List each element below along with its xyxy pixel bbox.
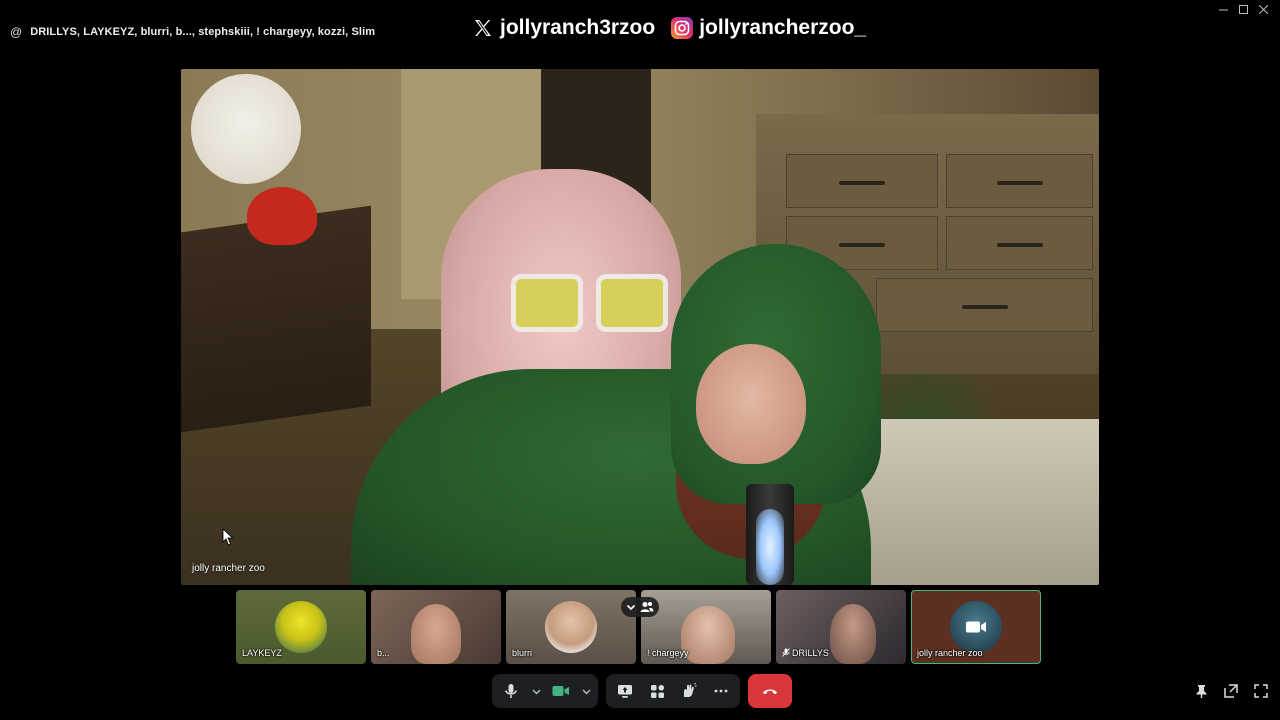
participant-tile[interactable]: DRILLYS	[776, 590, 906, 664]
participant-video	[411, 604, 461, 664]
participant-name: DRILLYS	[792, 648, 829, 658]
fullscreen-button[interactable]	[1252, 682, 1270, 700]
minimize-icon[interactable]	[1214, 2, 1232, 16]
chair-pad-right	[596, 274, 668, 332]
microphone-light	[756, 509, 784, 585]
chair-pad-left	[511, 274, 583, 332]
more-options-button[interactable]	[708, 678, 734, 704]
avatar	[545, 601, 597, 653]
mic-button[interactable]	[498, 678, 524, 704]
instagram-handle: jollyrancherzoo_	[699, 16, 867, 39]
participant-name: blurri	[512, 648, 533, 658]
screen-share-icon	[618, 684, 632, 698]
soundboard-icon	[684, 683, 697, 697]
view-tools	[1192, 682, 1270, 700]
participant-tile[interactable]: LAYKEYZ	[236, 590, 366, 664]
participant-tile[interactable]: b...	[371, 590, 501, 664]
disconnect-button[interactable]	[748, 674, 792, 708]
av-controls	[492, 674, 598, 708]
maximize-icon[interactable]	[1234, 2, 1252, 16]
x-logo-icon	[472, 17, 494, 39]
screen-share-button[interactable]	[612, 678, 638, 704]
camera-options[interactable]	[580, 678, 592, 704]
x-handle: jollyranch3rzoo	[500, 16, 656, 39]
chevron-down-icon	[532, 689, 540, 694]
participant-tile[interactable]: ! chargeyy	[641, 590, 771, 664]
main-video-feed[interactable]	[181, 69, 1099, 585]
participants-toggle[interactable]	[621, 597, 659, 617]
soundboard-button[interactable]	[676, 678, 702, 704]
call-controls	[492, 674, 792, 708]
mic-icon	[505, 684, 517, 698]
camera-on-icon	[964, 619, 988, 635]
chevron-down-icon	[582, 689, 590, 694]
streamer-face	[696, 344, 806, 464]
participant-name: LAYKEYZ	[242, 648, 282, 658]
close-icon[interactable]	[1254, 2, 1272, 16]
instagram-logo-icon	[671, 17, 694, 39]
pin-button[interactable]	[1192, 682, 1210, 700]
popout-icon	[1224, 684, 1238, 698]
participant-name-row: DRILLYS	[782, 648, 829, 658]
at-icon: @	[10, 25, 23, 39]
more-icon	[714, 689, 728, 693]
call-header: @ DRILLYS, LAYKEYZ, blurri, b..., stephs…	[10, 22, 375, 42]
activity-controls	[606, 674, 740, 708]
main-speaker-name: jolly rancher zoo	[192, 563, 265, 574]
social-overlay: jollyranch3rzoo jollyrancherzoo_	[472, 16, 866, 40]
plush-heart	[247, 187, 317, 245]
participants-summary[interactable]: DRILLYS, LAYKEYZ, blurri, b..., stephski…	[30, 26, 375, 38]
pin-icon	[1196, 685, 1206, 698]
participant-tile[interactable]: blurri	[506, 590, 636, 664]
window-controls	[1214, 2, 1272, 16]
people-icon	[640, 602, 654, 612]
participant-name: ! chargeyy	[647, 648, 689, 658]
participant-video	[681, 606, 735, 664]
fullscreen-icon	[1254, 684, 1268, 698]
participant-name: b...	[377, 648, 390, 658]
activities-button[interactable]	[644, 678, 670, 704]
avatar	[275, 601, 327, 653]
plush-lamb	[191, 74, 301, 184]
participant-name: jolly rancher zoo	[917, 648, 983, 658]
activities-icon	[650, 684, 664, 698]
hangup-icon	[763, 689, 777, 695]
cursor-icon	[222, 528, 234, 546]
chevron-down-icon	[626, 604, 636, 611]
camera-button[interactable]	[548, 678, 574, 704]
participant-tile-self[interactable]: jolly rancher zoo	[911, 590, 1041, 664]
mic-options[interactable]	[530, 678, 542, 704]
popout-button[interactable]	[1222, 682, 1240, 700]
camera-icon	[552, 686, 569, 696]
muted-mic-icon	[782, 648, 790, 657]
participant-video	[830, 604, 876, 664]
